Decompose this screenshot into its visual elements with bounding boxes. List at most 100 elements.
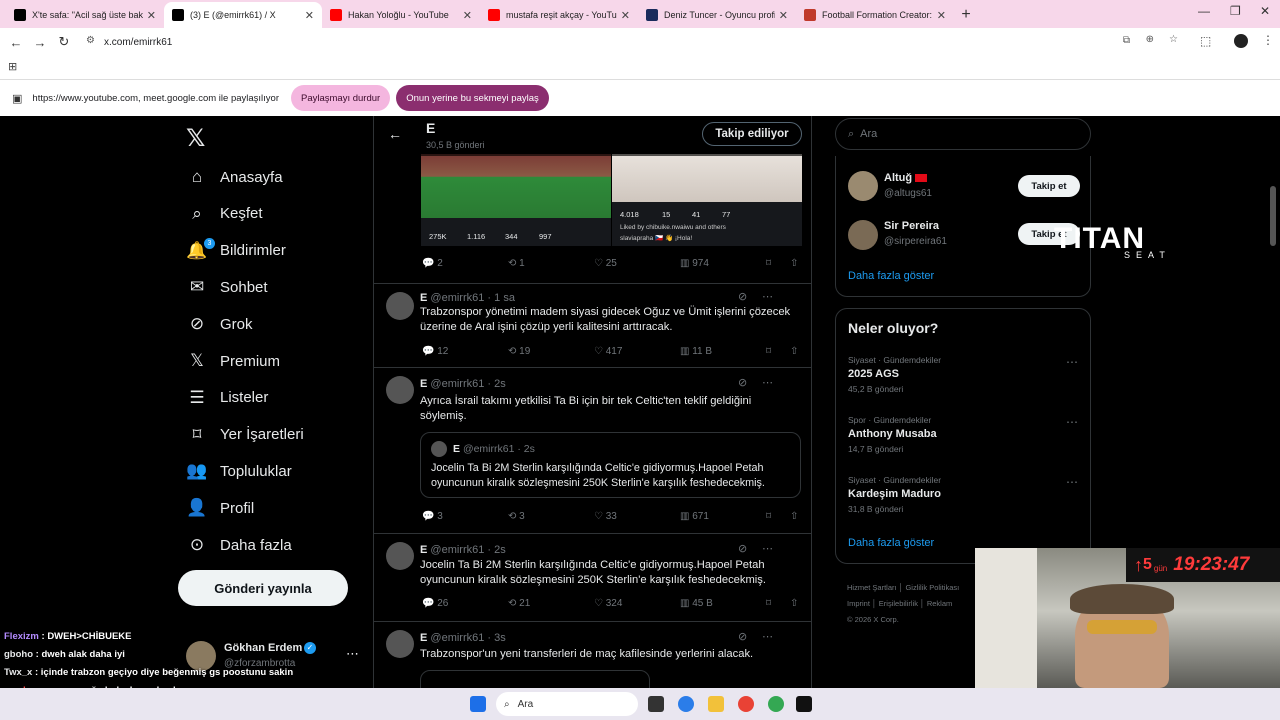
like-count[interactable]: ♡ 33 [594,511,617,522]
post-button[interactable]: Gönderi yayınla [178,570,348,606]
repost-count[interactable]: ⟲ 3 [508,511,525,522]
sidebar-item[interactable]: 🔔 3 Bildirimler [186,236,286,266]
reply-count[interactable]: 💬 3 [422,511,443,522]
sidebar-item[interactable]: ⌕ Keşfet [186,199,262,229]
avatar[interactable] [386,292,414,320]
views-count[interactable]: ▥ 671 [680,511,709,522]
back-arrow-icon[interactable]: ← [388,126,402,142]
grok-icon[interactable]: ⊘ [738,376,747,389]
search-input[interactable]: ⌕ Ara [835,118,1091,150]
reply-count[interactable]: 💬 2 [422,258,443,269]
show-more-trends-link[interactable]: Daha fazla göster [848,537,934,549]
sidebar-item[interactable]: ⌑ Yer İşaretleri [186,420,304,450]
close-tab-icon[interactable]: ✕ [937,9,946,22]
close-tab-icon[interactable]: ✕ [463,9,472,22]
menu-icon[interactable]: ⋮ [1262,33,1274,47]
extensions-icon[interactable]: ⬚ [1200,34,1211,48]
more-icon[interactable]: ⋯ [762,542,773,555]
share-icon[interactable]: ⇧ [790,346,798,357]
sidebar-item[interactable]: ⊘ Grok [186,309,253,339]
address-bar[interactable]: ⚙ x.com/emirrk61 ⧉ ⊕ ☆ [80,32,1190,52]
sidebar-item[interactable]: 👥 Topluluklar [186,456,291,486]
more-icon[interactable]: ⋯ [762,376,773,389]
grok-icon[interactable]: ⊘ [738,290,747,303]
file-explorer-icon[interactable] [708,696,724,712]
trend-item[interactable]: Spor · Gündemdekiler Anthony Musaba 14,7… [848,415,1078,454]
bookmark-icon[interactable]: ⌑ [766,511,771,522]
follow-button[interactable]: Takip et [1018,175,1080,197]
close-tab-icon[interactable]: ✕ [621,9,630,22]
profile-avatar[interactable] [1234,34,1248,48]
footer-link[interactable]: Erişilebilirlik [879,599,918,608]
following-button[interactable]: Takip ediliyor [702,122,802,146]
more-icon[interactable]: ⋯ [762,630,773,643]
views-count[interactable]: ▥ 45 B [680,598,713,609]
edge-icon[interactable] [678,696,694,712]
close-tab-icon[interactable]: ✕ [779,9,788,22]
forward-icon[interactable]: → [28,35,52,50]
zoom-icon[interactable]: ⊕ [1146,34,1154,45]
more-icon[interactable]: ⋯ [1066,475,1078,489]
browser-tab[interactable]: mustafa reşit akçay - YouTu ✕ [480,2,638,28]
repost-count[interactable]: ⟲ 1 [508,258,525,269]
sidebar-item[interactable]: ☰ Listeler [186,383,268,413]
post-media[interactable] [420,670,650,688]
media-image-left[interactable] [421,154,611,218]
sidebar-item[interactable]: 👤 Profil [186,493,254,523]
browser-tab[interactable]: Hakan Yoloğlu - YouTube ✕ [322,2,480,28]
share-icon[interactable]: ⇧ [790,258,798,269]
post[interactable]: E @emirrk61 · 1 sa ⊘ ⋯ Trabzonspor yönet… [374,284,811,368]
repost-count[interactable]: ⟲ 19 [508,346,530,357]
avatar[interactable] [386,630,414,658]
share-this-tab-button[interactable]: Onun yerine bu sekmeyi paylaş [396,85,549,111]
close-window-icon[interactable]: ✕ [1260,4,1270,18]
chrome-profile-icon[interactable] [768,696,784,712]
sidebar-item[interactable]: ✉ Sohbet [186,272,268,302]
browser-tab[interactable]: Deniz Tuncer - Oyuncu profili 2 ✕ [638,2,796,28]
avatar[interactable] [386,542,414,570]
bookmark-icon[interactable]: ⌑ [766,598,771,609]
share-icon[interactable]: ⇧ [790,598,798,609]
grok-icon[interactable]: ⊘ [738,630,747,643]
reply-count[interactable]: 💬 26 [422,598,448,609]
like-count[interactable]: ♡ 25 [594,258,617,269]
avatar[interactable] [848,220,878,250]
star-icon[interactable]: ☆ [1169,34,1178,45]
more-icon[interactable]: ⋯ [762,290,773,303]
avatar[interactable] [848,171,878,201]
site-info-icon[interactable]: ⚙ [86,35,95,46]
task-view-icon[interactable] [648,696,664,712]
install-icon[interactable]: ⧉ [1123,35,1130,46]
sidebar-item[interactable]: 𝕏 Premium [186,346,280,376]
taskbar-search[interactable]: ⌕ Ara [496,692,638,716]
footer-link[interactable]: Imprint [847,599,870,608]
bookmark-icon[interactable]: ⌑ [766,346,771,357]
show-more-link[interactable]: Daha fazla göster [848,270,934,282]
trend-item[interactable]: Siyaset · Gündemdekiler 2025 AGS 45,2 B … [848,355,1078,394]
app-icon[interactable] [796,696,812,712]
grok-icon[interactable]: ⊘ [738,542,747,555]
close-tab-icon[interactable]: ✕ [147,9,156,22]
new-tab-button[interactable]: + [954,2,978,28]
repost-count[interactable]: ⟲ 21 [508,598,530,609]
stop-sharing-button[interactable]: Paylaşmayı durdur [291,85,391,111]
avatar[interactable] [386,376,414,404]
sidebar-item[interactable]: ⊙ Daha fazla [186,530,292,560]
footer-link[interactable]: Hizmet Şartları [847,583,897,592]
more-icon[interactable]: ⋯ [1066,415,1078,429]
like-count[interactable]: ♡ 324 [594,598,622,609]
media-image-right[interactable] [612,154,802,202]
post[interactable]: E @emirrk61 · 2s ⊘ ⋯ Ayrıca İsrail takım… [374,368,811,534]
restore-icon[interactable]: ❐ [1230,4,1241,18]
quoted-post[interactable]: E @emirrk61 · 2s Jocelin Ta Bi 2M Sterli… [420,432,801,498]
like-count[interactable]: ♡ 417 [594,346,622,357]
minimize-icon[interactable]: — [1198,4,1210,18]
more-icon[interactable]: ⋯ [1066,355,1078,369]
sidebar-item[interactable]: ⌂ Anasayfa [186,162,283,192]
reply-count[interactable]: 💬 12 [422,346,448,357]
footer-link[interactable]: Gizlilik Politikası [905,583,959,592]
browser-tab[interactable]: Football Formation Creator: Re ✕ [796,2,954,28]
share-icon[interactable]: ⇧ [790,511,798,522]
start-icon[interactable] [470,696,486,712]
views-count[interactable]: ▥ 974 [680,258,709,269]
